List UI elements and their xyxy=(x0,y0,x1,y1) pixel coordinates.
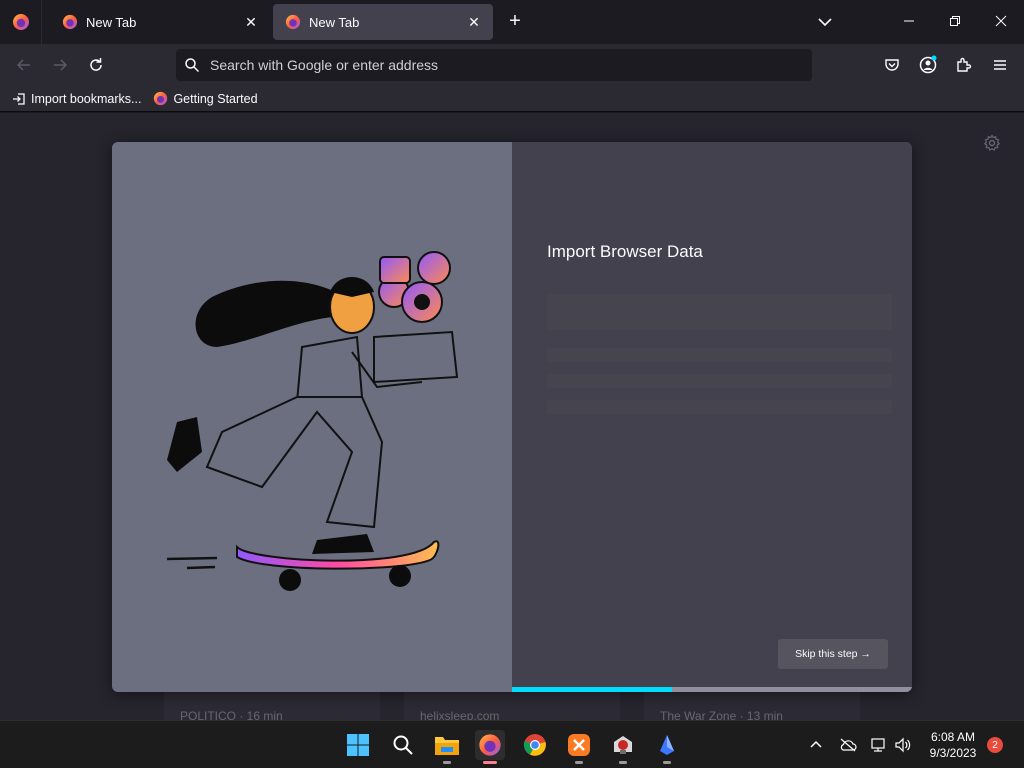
bookmark-label: Getting Started xyxy=(173,91,258,106)
search-icon xyxy=(393,735,413,755)
navigation-toolbar xyxy=(0,44,1024,86)
firefox-view-button[interactable] xyxy=(0,0,42,44)
chevron-up-icon xyxy=(810,740,822,748)
volume-tray-button[interactable] xyxy=(893,735,913,755)
close-tab-icon[interactable]: ✕ xyxy=(465,14,483,31)
minimize-icon xyxy=(904,20,914,22)
tab-title: New Tab xyxy=(309,14,360,30)
bookmark-label: Import bookmarks... xyxy=(31,91,142,106)
windows-taskbar: 6:08 AM 9/3/2023 2 xyxy=(0,720,1024,768)
arrow-right-icon xyxy=(54,59,68,71)
network-tray-button[interactable] xyxy=(868,735,888,755)
running-indicator xyxy=(443,761,451,764)
tab-strip: New Tab ✕ New Tab ✕ + xyxy=(0,0,1024,44)
show-hidden-icons-button[interactable] xyxy=(806,735,826,755)
cloud-off-icon xyxy=(840,738,857,752)
restore-button[interactable] xyxy=(945,12,965,32)
taskbar-search-button[interactable] xyxy=(388,730,418,760)
import-panel: Import Browser Data Skip this step → xyxy=(512,142,912,692)
paint-icon xyxy=(660,735,674,755)
firefox-icon xyxy=(62,14,78,30)
chevron-down-icon xyxy=(818,18,832,27)
speaker-icon xyxy=(895,737,911,753)
xampp-taskbar-button[interactable] xyxy=(564,730,594,764)
app-taskbar-button[interactable] xyxy=(608,730,638,764)
clock-date: 9/3/2023 xyxy=(929,746,977,760)
reload-icon xyxy=(90,58,102,71)
list-all-tabs-button[interactable] xyxy=(815,12,835,32)
paint-taskbar-button[interactable] xyxy=(652,730,682,764)
account-button[interactable] xyxy=(916,53,940,77)
illustration-panel xyxy=(112,142,512,692)
search-icon xyxy=(185,58,200,73)
firefox-icon xyxy=(12,14,29,30)
onboarding-progress xyxy=(512,687,912,692)
bookmark-import[interactable]: Import bookmarks... xyxy=(12,92,141,106)
windows-start-icon xyxy=(347,734,369,756)
import-dialog: Import Browser Data Skip this step → xyxy=(112,142,912,692)
loading-placeholder xyxy=(547,374,892,388)
pocket-button[interactable] xyxy=(880,53,904,77)
hamburger-menu-icon xyxy=(994,60,1006,70)
tab-new-tab-2[interactable]: New Tab ✕ xyxy=(273,4,493,40)
tab-new-tab-1[interactable]: New Tab ✕ xyxy=(50,4,270,40)
close-window-button[interactable] xyxy=(991,12,1011,32)
firefox-icon xyxy=(154,91,168,106)
taskbar-clock[interactable]: 6:08 AM 9/3/2023 xyxy=(920,729,986,761)
firefox-icon xyxy=(285,14,301,30)
onedrive-tray-button[interactable] xyxy=(838,735,858,755)
minimize-button[interactable] xyxy=(899,12,919,32)
dialog-title: Import Browser Data xyxy=(547,242,703,261)
start-button[interactable] xyxy=(343,730,373,760)
skateboarder-illustration xyxy=(166,251,459,591)
clock-time: 6:08 AM xyxy=(930,730,976,744)
loading-placeholder xyxy=(547,348,892,362)
file-explorer-button[interactable] xyxy=(432,730,462,764)
notification-badge[interactable]: 2 xyxy=(987,737,1003,753)
loading-placeholder xyxy=(547,400,892,414)
account-icon xyxy=(919,55,937,74)
close-icon xyxy=(995,15,1007,27)
page-content: POLITICO · 16 min helixsleep.com The War… xyxy=(0,113,1024,720)
active-indicator xyxy=(483,761,497,764)
arrow-left-icon xyxy=(16,59,30,71)
chrome-icon xyxy=(523,734,546,756)
network-icon xyxy=(871,738,885,752)
reload-button[interactable] xyxy=(84,53,108,77)
back-button[interactable] xyxy=(12,53,36,77)
url-input[interactable] xyxy=(210,57,790,73)
loading-placeholder xyxy=(547,294,892,330)
bookmark-getting-started[interactable]: Getting Started xyxy=(153,91,258,106)
import-icon xyxy=(13,92,25,105)
restore-icon xyxy=(950,16,960,26)
firefox-icon xyxy=(479,734,501,756)
progress-fill xyxy=(512,687,672,692)
app-menu-button[interactable] xyxy=(988,53,1012,77)
new-tab-button[interactable]: + xyxy=(503,10,527,34)
skip-step-button[interactable]: Skip this step → xyxy=(778,639,888,669)
firefox-taskbar-button[interactable] xyxy=(475,730,505,764)
xampp-icon xyxy=(568,734,590,756)
app-icon xyxy=(614,736,632,754)
running-indicator xyxy=(663,761,671,764)
folder-icon xyxy=(435,737,459,755)
tab-title: New Tab xyxy=(86,14,137,30)
close-tab-icon[interactable]: ✕ xyxy=(242,14,260,31)
bookmarks-toolbar: Import bookmarks... Getting Started xyxy=(0,86,1024,112)
url-bar[interactable] xyxy=(176,49,812,81)
extensions-button[interactable] xyxy=(952,53,976,77)
running-indicator xyxy=(575,761,583,764)
forward-button[interactable] xyxy=(48,53,72,77)
chrome-taskbar-button[interactable] xyxy=(520,730,550,760)
running-indicator xyxy=(619,761,627,764)
puzzle-icon xyxy=(957,57,972,72)
pocket-icon xyxy=(885,59,899,71)
